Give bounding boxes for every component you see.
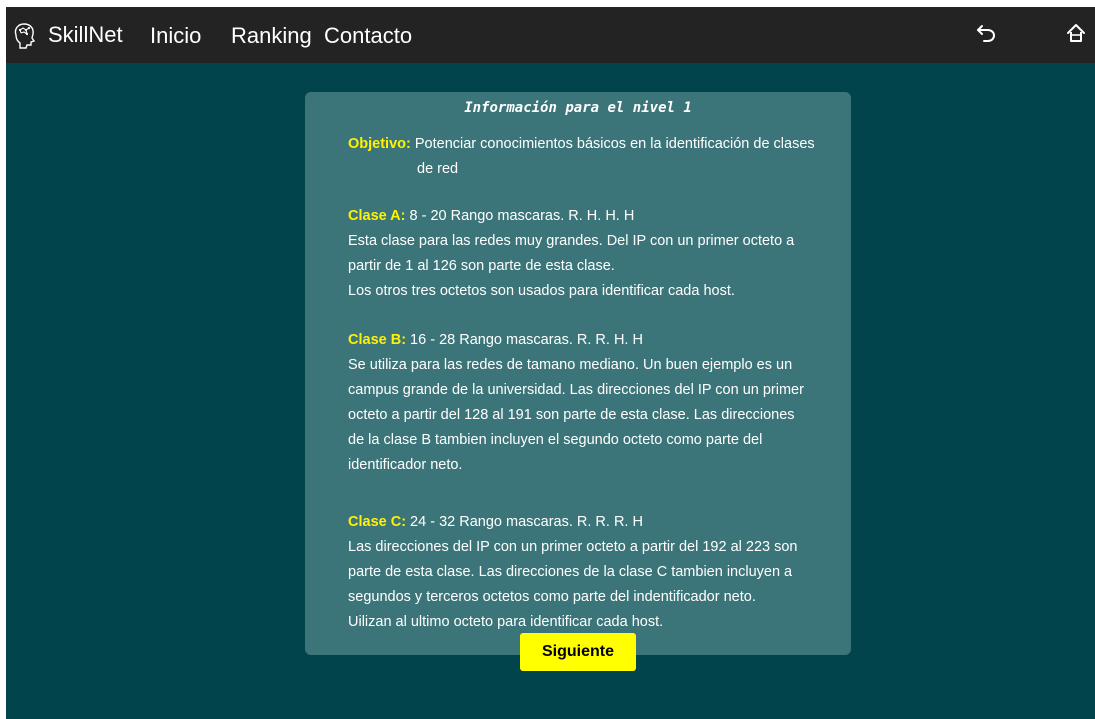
navbar: SkillNet Inicio Ranking Contacto xyxy=(6,7,1095,63)
brand-name: SkillNet xyxy=(48,22,123,47)
clase-b-line: campus grande de la universidad. Las dir… xyxy=(348,382,804,398)
clase-a-label: Clase A: xyxy=(348,208,406,224)
objetivo-description: Potenciar conocimientos básicos en la id… xyxy=(414,136,815,177)
objetivo-section: Objetivo: Potenciar conocimientos básico… xyxy=(348,132,818,182)
home-icon[interactable] xyxy=(1065,22,1087,44)
clase-a-line: Los otros tres octetos son usados para i… xyxy=(348,283,735,299)
objetivo-label: Objetivo: xyxy=(348,136,411,152)
nav-link-contacto[interactable]: Contacto xyxy=(324,23,412,49)
nav-link-ranking[interactable]: Ranking xyxy=(231,23,312,49)
clase-b-section: Clase B: 16 - 28 Rango mascaras. R. R. H… xyxy=(348,328,818,478)
clase-c-range: 24 - 32 Rango mascaras. R. R. R. H xyxy=(406,514,643,530)
clase-b-heading: Clase B: 16 - 28 Rango mascaras. R. R. H… xyxy=(348,328,818,353)
clase-a-section: Clase A: 8 - 20 Rango mascaras. R. H. H.… xyxy=(348,204,818,304)
clase-a-line: partir de 1 al 126 son parte de esta cla… xyxy=(348,258,615,274)
brain-head-icon xyxy=(14,23,36,49)
info-card: Información para el nivel 1 Objetivo: Po… xyxy=(305,92,851,655)
clase-b-range: 16 - 28 Rango mascaras. R. R. H. H xyxy=(406,332,643,348)
clase-a-heading: Clase A: 8 - 20 Rango mascaras. R. H. H.… xyxy=(348,204,818,229)
clase-c-line: Uilizan al ultimo octeto para identifica… xyxy=(348,614,664,630)
clase-c-line: segundos y terceros octetos como parte d… xyxy=(348,589,756,605)
back-arrow-icon[interactable] xyxy=(975,22,997,44)
objetivo-text: Objetivo: Potenciar conocimientos básico… xyxy=(348,132,818,182)
app-frame: SkillNet Inicio Ranking Contacto Informa… xyxy=(6,7,1095,719)
card-title: Información para el nivel 1 xyxy=(464,100,692,116)
clase-b-label: Clase B: xyxy=(348,332,407,348)
clase-a-line: Esta clase para las redes muy grandes. D… xyxy=(348,233,795,249)
clase-c-label: Clase C: xyxy=(348,514,407,530)
clase-c-line: parte de esta clase. Las direcciones de … xyxy=(348,564,793,580)
siguiente-button[interactable]: Siguiente xyxy=(520,633,636,671)
clase-b-line: identificador neto. xyxy=(348,457,463,473)
clase-b-line: octeto a partir del 128 al 191 son parte… xyxy=(348,407,795,423)
nav-link-inicio[interactable]: Inicio xyxy=(150,23,201,49)
brand[interactable]: SkillNet xyxy=(12,11,123,59)
clase-c-section: Clase C: 24 - 32 Rango mascaras. R. R. R… xyxy=(348,510,818,635)
clase-b-line: de la clase B tambien incluyen el segund… xyxy=(348,432,763,448)
clase-c-heading: Clase C: 24 - 32 Rango mascaras. R. R. R… xyxy=(348,510,818,535)
clase-c-line: Las direcciones del IP con un primer oct… xyxy=(348,539,798,555)
clase-b-line: Se utiliza para las redes de tamano medi… xyxy=(348,357,793,373)
clase-a-range: 8 - 20 Rango mascaras. R. H. H. H xyxy=(405,208,635,224)
